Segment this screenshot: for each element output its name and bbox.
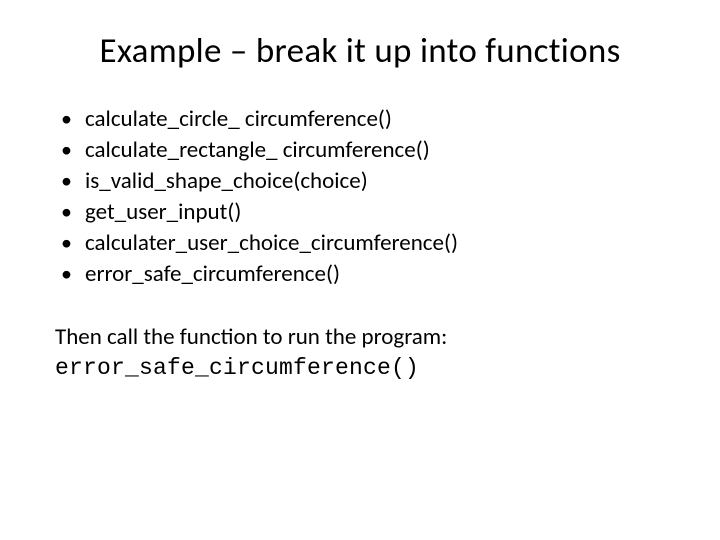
list-item: is_valid_shape_choice(choice) xyxy=(59,166,665,197)
list-item: calculater_user_choice_circumference() xyxy=(59,228,665,259)
list-item: calculate_rectangle_ circumference() xyxy=(59,135,665,166)
code-call: error_safe_circumference() xyxy=(55,353,665,384)
function-list: calculate_circle_ circumference() calcul… xyxy=(59,104,665,290)
list-item: error_safe_circumference() xyxy=(59,259,665,290)
list-item: get_user_input() xyxy=(59,197,665,228)
instruction-text: Then call the function to run the progra… xyxy=(55,322,665,353)
list-item: calculate_circle_ circumference() xyxy=(59,104,665,135)
slide-title: Example – break it up into functions xyxy=(55,30,665,72)
